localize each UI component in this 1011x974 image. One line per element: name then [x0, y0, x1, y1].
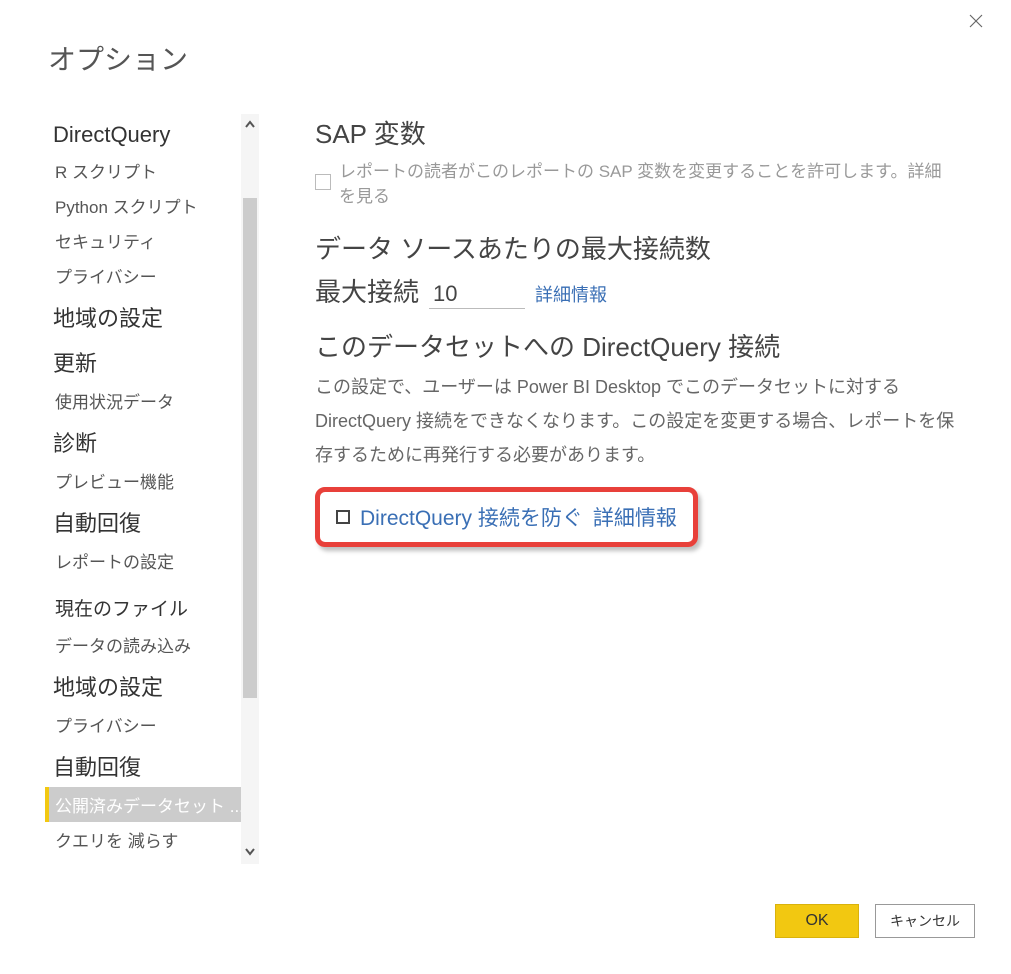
dq-prevent-highlight: DirectQuery 接続を防ぐ 詳細情報 [315, 487, 698, 547]
sidebar-item-python-script[interactable]: Python スクリプト [45, 188, 241, 223]
maxconn-more-link[interactable]: 詳細情報 [535, 281, 607, 307]
sidebar-item-preview-features[interactable]: プレビュー機能 [45, 463, 241, 498]
sidebar-item-security[interactable]: セキュリティ [45, 223, 241, 258]
dq-prevent-checkbox[interactable] [336, 510, 350, 524]
sidebar-item-auto-recovery[interactable]: 自動回復 [45, 498, 241, 543]
sidebar-item-data-load[interactable]: データの読み込み [45, 627, 241, 662]
dialog-footer: OK キャンセル [775, 904, 975, 938]
sidebar-item-query-reduction[interactable]: クエリを 減らす [45, 822, 241, 857]
sidebar-item-directquery[interactable]: DirectQuery [45, 114, 241, 153]
sidebar-section-current-file: 現在のファイル [45, 578, 241, 627]
sidebar-item-privacy[interactable]: プライバシー [45, 258, 241, 293]
sidebar-item-report-settings[interactable]: レポートの設定 [45, 543, 241, 578]
dq-prevent-label: DirectQuery 接続を防ぐ [360, 502, 583, 532]
sidebar-item-report-settings-2[interactable]: レポートの設定 [45, 857, 241, 864]
scroll-thumb[interactable] [243, 198, 257, 698]
sidebar-scrollbar[interactable] [241, 114, 259, 864]
maxconn-input[interactable] [429, 281, 525, 309]
scroll-down-icon[interactable] [244, 844, 256, 860]
sap-title: SAP 変数 [315, 114, 955, 151]
sidebar-item-usage-data[interactable]: 使用状況データ [45, 383, 241, 418]
scroll-track[interactable] [241, 138, 259, 840]
maxconn-label: 最大接続 [315, 272, 419, 309]
sidebar: DirectQuery R スクリプト Python スクリプト セキュリティ … [45, 114, 241, 864]
dq-title: このデータセットへの DirectQuery 接続 [315, 327, 955, 364]
close-button[interactable] [967, 12, 991, 36]
dialog-title: オプション [0, 0, 1011, 78]
maxconn-title: データ ソースあたりの最大接続数 [315, 229, 955, 266]
scroll-up-icon[interactable] [244, 118, 256, 134]
sidebar-item-updates[interactable]: 更新 [45, 338, 241, 383]
sap-checkbox[interactable] [315, 174, 331, 190]
sidebar-item-r-script[interactable]: R スクリプト [45, 153, 241, 188]
sidebar-item-published-dataset[interactable]: 公開済みデータセット ... [45, 787, 241, 822]
sidebar-item-regional[interactable]: 地域の設定 [45, 293, 241, 338]
sidebar-item-regional-2[interactable]: 地域の設定 [45, 662, 241, 707]
dq-desc: この設定で、ユーザーは Power BI Desktop でこのデータセットに対… [315, 370, 955, 473]
main-panel: SAP 変数 レポートの読者がこのレポートの SAP 変数を変更することを許可し… [315, 114, 955, 864]
ok-button[interactable]: OK [775, 904, 859, 938]
dq-more-link[interactable]: 詳細情報 [593, 502, 677, 532]
sidebar-item-privacy-2[interactable]: プライバシー [45, 707, 241, 742]
cancel-button[interactable]: キャンセル [875, 904, 975, 938]
sidebar-item-diagnostics[interactable]: 診断 [45, 418, 241, 463]
sap-desc: レポートの読者がこのレポートの SAP 変数を変更することを許可します。詳細を見… [339, 157, 955, 207]
sidebar-item-auto-recovery-2[interactable]: 自動回復 [45, 742, 241, 787]
